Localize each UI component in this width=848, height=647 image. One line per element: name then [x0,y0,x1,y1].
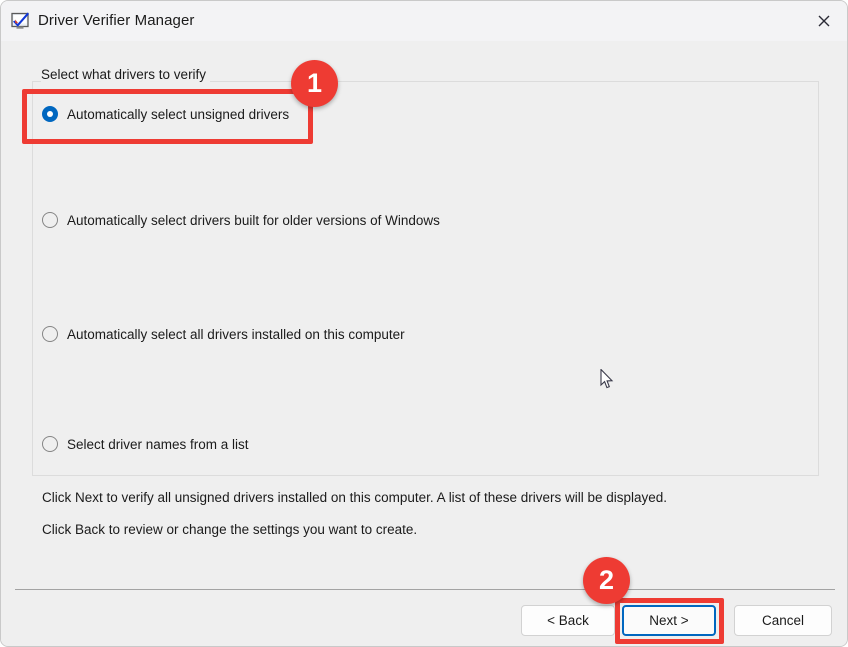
radio-option-label: Automatically select drivers built for o… [67,212,440,228]
annotation-badge-1: 1 [291,60,338,107]
footer-divider [15,589,835,590]
window-titlebar: Driver Verifier Manager [1,1,847,41]
groupbox-label: Select what drivers to verify [41,67,211,82]
radio-option-older-windows-drivers[interactable]: Automatically select drivers built for o… [42,210,440,230]
back-button[interactable]: < Back [521,605,615,636]
radio-option-label: Select driver names from a list [67,436,249,452]
radio-option-all-installed-drivers[interactable]: Automatically select all drivers install… [42,324,405,344]
radio-button-unselected-icon[interactable] [42,436,58,452]
radio-option-label: Automatically select unsigned drivers [67,106,290,122]
next-button[interactable]: Next > [622,605,716,636]
radio-option-select-from-list[interactable]: Select driver names from a list [42,434,249,454]
annotation-badge-2: 2 [583,557,630,604]
radio-option-unsigned-drivers[interactable]: Automatically select unsigned drivers [42,104,289,124]
instruction-line-next: Click Next to verify all unsigned driver… [42,490,668,505]
window-title: Driver Verifier Manager [38,12,195,29]
radio-button-selected-icon[interactable] [42,106,58,122]
close-icon[interactable] [800,1,847,41]
radio-button-unselected-icon[interactable] [42,326,58,342]
instruction-line-back: Click Back to review or change the setti… [42,522,418,537]
radio-button-unselected-icon[interactable] [42,212,58,228]
cancel-button[interactable]: Cancel [734,605,832,636]
driver-selection-groupbox [32,81,819,476]
driver-verifier-manager-window: Driver Verifier Manager Select what driv… [0,0,848,647]
driver-verifier-icon [11,12,30,30]
radio-option-label: Automatically select all drivers install… [67,326,405,342]
